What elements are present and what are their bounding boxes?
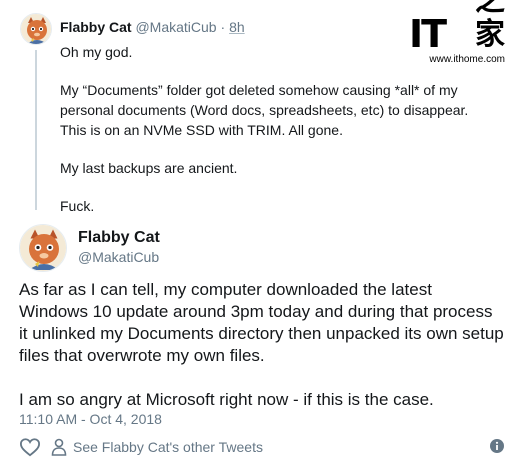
parent-separator: · — [220, 19, 226, 35]
parent-avatar[interactable] — [20, 13, 52, 45]
parent-handle[interactable]: @MakatiCub — [135, 19, 216, 35]
tweet-footer: See Flabby Cat's other Tweets — [19, 436, 504, 458]
main-display-name[interactable]: Flabby Cat — [78, 228, 160, 248]
main-paragraph: As far as I can tell, my computer downlo… — [19, 280, 504, 365]
see-other-tweets-label: See Flabby Cat's other Tweets — [73, 439, 263, 455]
parent-paragraph: Oh my god. — [60, 44, 133, 60]
main-paragraph: I am so angry at Microsoft right now - i… — [19, 390, 434, 409]
person-icon — [51, 438, 67, 456]
see-other-tweets-link[interactable]: See Flabby Cat's other Tweets — [51, 438, 263, 456]
parent-time-link[interactable]: 8h — [229, 19, 245, 35]
thread-line — [35, 50, 37, 210]
main-avatar[interactable] — [19, 224, 67, 272]
tweet-timestamp[interactable]: 11:10 AM - Oct 4, 2018 — [19, 410, 162, 428]
parent-paragraph: Fuck. — [60, 198, 95, 214]
parent-header: Flabby Cat @MakatiCub · 8h — [60, 18, 245, 36]
parent-tweet[interactable]: Flabby Cat @MakatiCub · 8h Oh my god. My… — [0, 0, 517, 214]
main-handle[interactable]: @MakatiCub — [78, 248, 159, 266]
parent-tweet-text: Oh my god. My “Documents” folder got del… — [60, 42, 480, 234]
parent-paragraph: My last backups are ancient. — [60, 160, 238, 176]
cat-avatar-icon — [20, 225, 66, 271]
cat-avatar-icon — [21, 14, 51, 44]
info-icon[interactable] — [490, 439, 504, 453]
parent-display-name[interactable]: Flabby Cat — [60, 19, 132, 35]
heart-icon[interactable] — [19, 437, 41, 457]
parent-paragraph: My “Documents” folder got deleted someho… — [60, 82, 469, 138]
